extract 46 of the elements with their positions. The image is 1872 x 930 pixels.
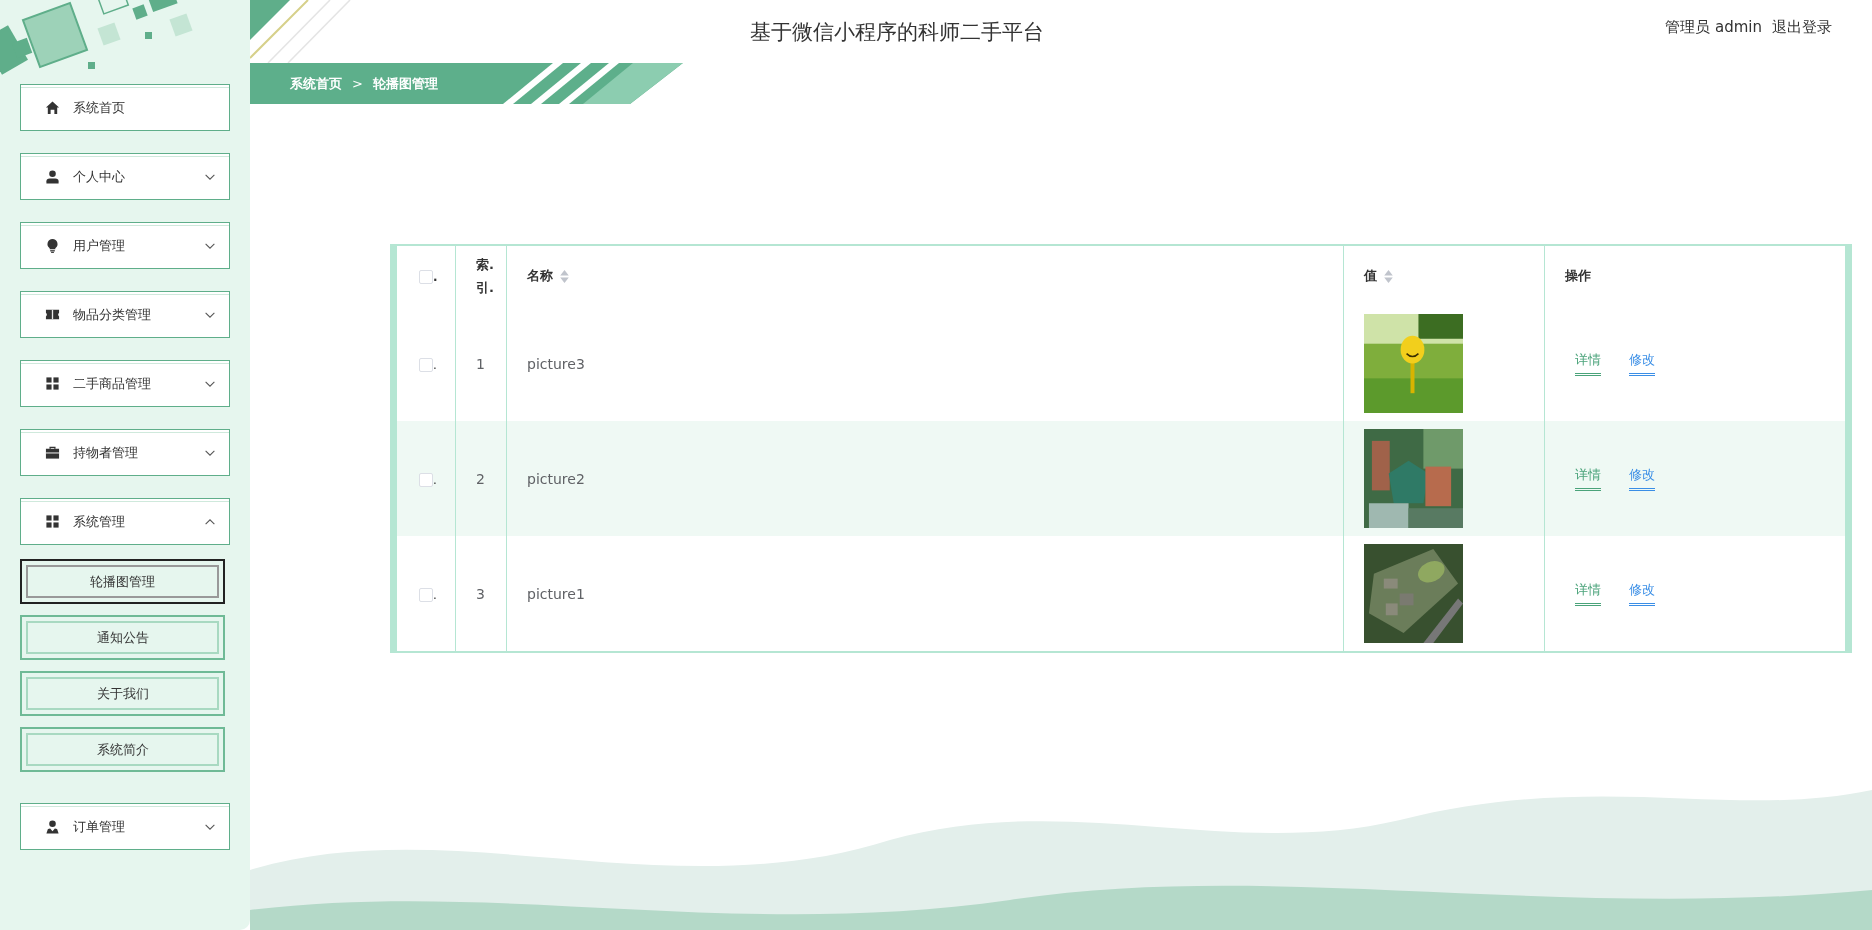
checkbox[interactable] [419,472,433,487]
sort-icon[interactable] [1383,269,1394,284]
menu-item[interactable]: 个人中心 [20,153,230,200]
column-header: 操作 [1565,268,1591,283]
submenu-item[interactable]: 轮播图管理 [20,559,225,604]
table-cell: 1 [476,355,485,372]
table-cell: picture3 [527,355,585,372]
dot-mark: . [433,269,438,284]
column-header: 索.引. [476,255,493,297]
breadcrumb-separator: > [352,76,363,91]
grid-icon [45,376,60,391]
checkbox[interactable] [419,357,433,372]
table-cell: picture1 [527,585,585,602]
menu-item[interactable]: 物品分类管理 [20,291,230,338]
home-icon [45,100,60,115]
menu-item[interactable]: 订单管理 [20,803,230,850]
grid-icon [45,514,60,529]
menu-item[interactable]: 持物者管理 [20,429,230,476]
ticket-icon [45,307,60,322]
lightbulb-icon [45,238,60,253]
submenu-item[interactable]: 通知公告 [20,615,225,660]
dot-mark: . [433,472,437,487]
dot-mark: . [433,357,437,372]
action-link[interactable]: 修改 [1629,351,1655,376]
table-cell: 3 [476,585,485,602]
table-cell: 2 [476,470,485,487]
logout-link[interactable]: 退出登录 [1772,18,1832,37]
sort-icon[interactable] [559,269,570,284]
submenu-item[interactable]: 关于我们 [20,671,225,716]
dot-mark: . [433,587,437,602]
menu-item[interactable]: 系统首页 [20,84,230,131]
briefcase-icon [45,445,60,460]
menu-item[interactable]: 二手商品管理 [20,360,230,407]
person-icon [45,169,60,184]
person-icon [45,819,60,834]
action-link[interactable]: 修改 [1629,581,1655,606]
menu-item[interactable]: 用户管理 [20,222,230,269]
table-cell: picture2 [527,470,585,487]
column-header: 值 [1364,268,1377,283]
column-header: 名称 [527,268,553,283]
user-label: 管理员 admin [1665,18,1762,37]
submenu-item[interactable]: 系统简介 [20,727,225,772]
page-title: 基于微信小程序的科师二手平台 [750,18,1044,46]
checkbox[interactable] [419,587,433,602]
menu-item[interactable]: 系统管理 [20,498,230,545]
checkbox[interactable] [419,269,433,284]
